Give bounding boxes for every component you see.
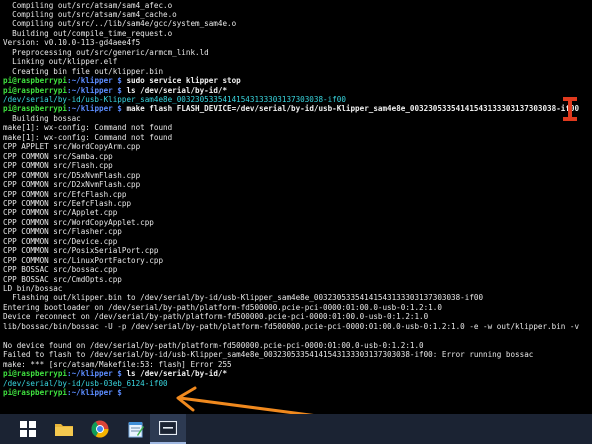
output-text: CPP COMMON src/D5xNvmFlash.cpp: [3, 170, 141, 180]
prompt-path: :~/klipper $: [67, 104, 127, 114]
prompt-path: :~/klipper $: [67, 387, 127, 397]
output-text: Building bossac: [3, 113, 81, 123]
output-text: Linking out/klipper.elf: [3, 57, 118, 67]
chrome-icon: [91, 420, 109, 438]
prompt-path: :~/klipper $: [67, 85, 127, 95]
prompt-path: :~/klipper $: [67, 369, 127, 379]
output-text: Version: v0.10.0-113-gd4aee4f5: [3, 38, 141, 48]
output-text: Compiling out/src/../lib/sam4e/gcc/syste…: [3, 19, 237, 29]
prompt-user-host: pi@raspberrypi: [3, 369, 68, 379]
output-text: Building out/compile_time_request.o: [3, 28, 173, 38]
notepad-icon: [128, 422, 144, 438]
output-text: Device reconnect on /dev/serial/by-path/…: [3, 312, 429, 322]
terminal-window[interactable]: Compiling out/src/atsam/sam4_afec.o Comp…: [0, 0, 592, 414]
command-text: ls /dev/serial/by-id/*: [126, 85, 228, 95]
prompt-user-host: pi@raspberrypi: [3, 76, 68, 86]
file-explorer-icon: [55, 424, 73, 436]
device-path-output: /dev/serial/by-id/usb-03eb_6124-if00: [3, 378, 168, 388]
prompt-user-host: pi@raspberrypi: [3, 104, 68, 114]
prompt-user-host: pi@raspberrypi: [3, 387, 68, 397]
output-text: LD bin/bossac: [3, 284, 63, 293]
output-text: make[1]: wx-config: Command not found: [3, 132, 173, 142]
output-text: CPP COMMON src/LinuxPortFactory.cpp: [3, 255, 164, 265]
terminal-line: pi@raspberrypi:~/klipper $ make flash FL…: [3, 104, 579, 114]
output-text: Creating bin file out/klipper.bin: [3, 66, 164, 76]
taskbar-terminal[interactable]: [150, 414, 186, 444]
output-text: CPP COMMON src/Flasher.cpp: [3, 227, 122, 237]
windows-start-icon: [20, 421, 36, 437]
output-text: CPP COMMON src/PosixSerialPort.cpp: [3, 246, 159, 256]
taskbar-notepad[interactable]: [118, 414, 154, 444]
output-text: Compiling out/src/atsam/sam4_afec.o: [3, 0, 173, 10]
output-text: CPP APPLET src/WordCopyArm.cpp: [3, 142, 141, 152]
command-text: make flash FLASH_DEVICE=/dev/serial/by-i…: [126, 104, 580, 114]
output-text: make: *** [src/atsam/Makefile:53: flash]…: [3, 359, 232, 369]
output-text: CPP COMMON src/WordCopyApplet.cpp: [3, 217, 154, 227]
terminal-window-icon: [159, 421, 177, 435]
start-button[interactable]: [10, 414, 46, 444]
prompt-path: :~/klipper $: [67, 76, 127, 86]
output-text: No device found on /dev/serial/by-path/p…: [3, 340, 424, 350]
command-text: sudo service klipper stop: [126, 76, 241, 86]
output-text: CPP COMMON src/Device.cpp: [3, 236, 118, 246]
output-text: CPP COMMON src/D2xNvmFlash.cpp: [3, 180, 141, 190]
output-text: CPP COMMON src/Applet.cpp: [3, 208, 118, 218]
output-text: CPP BOSSAC src/CmdOpts.cpp: [3, 274, 122, 284]
terminal-line: pi@raspberrypi:~/klipper $: [3, 388, 126, 398]
output-text: CPP COMMON src/EfcFlash.cpp: [3, 189, 127, 199]
command-text: ls /dev/serial/by-id/*: [126, 369, 228, 379]
prompt-user-host: pi@raspberrypi: [3, 85, 68, 95]
taskbar-file-explorer[interactable]: [46, 414, 82, 444]
output-text: lib/bossac/bin/bossac -U -p /dev/serial/…: [3, 321, 580, 331]
output-text: CPP COMMON src/EefcFlash.cpp: [3, 198, 132, 208]
output-text: CPP COMMON src/Flash.cpp: [3, 161, 113, 171]
output-text: CPP BOSSAC src/bossac.cpp: [3, 265, 118, 275]
taskbar-chrome[interactable]: [82, 414, 118, 444]
terminal-line: lib/bossac/bin/bossac -U -p /dev/serial/…: [3, 322, 579, 332]
output-text: Failed to flash to /dev/serial/by-id/usb…: [3, 350, 534, 360]
output-text: Preprocessing out/src/generic/armcm_link…: [3, 47, 209, 57]
output-text: Compiling out/src/atsam/sam4_cache.o: [3, 9, 177, 19]
output-text: Flashing out/klipper.bin to /dev/serial/…: [3, 293, 484, 303]
output-text: Entering bootloader on /dev/serial/by-pa…: [3, 302, 442, 312]
output-text: CPP COMMON src/Samba.cpp: [3, 151, 113, 161]
taskbar: [0, 414, 592, 444]
device-path-output: /dev/serial/by-id/usb-Klipper_sam4e8e_00…: [3, 95, 346, 104]
output-text: make[1]: wx-config: Command not found: [3, 123, 173, 133]
